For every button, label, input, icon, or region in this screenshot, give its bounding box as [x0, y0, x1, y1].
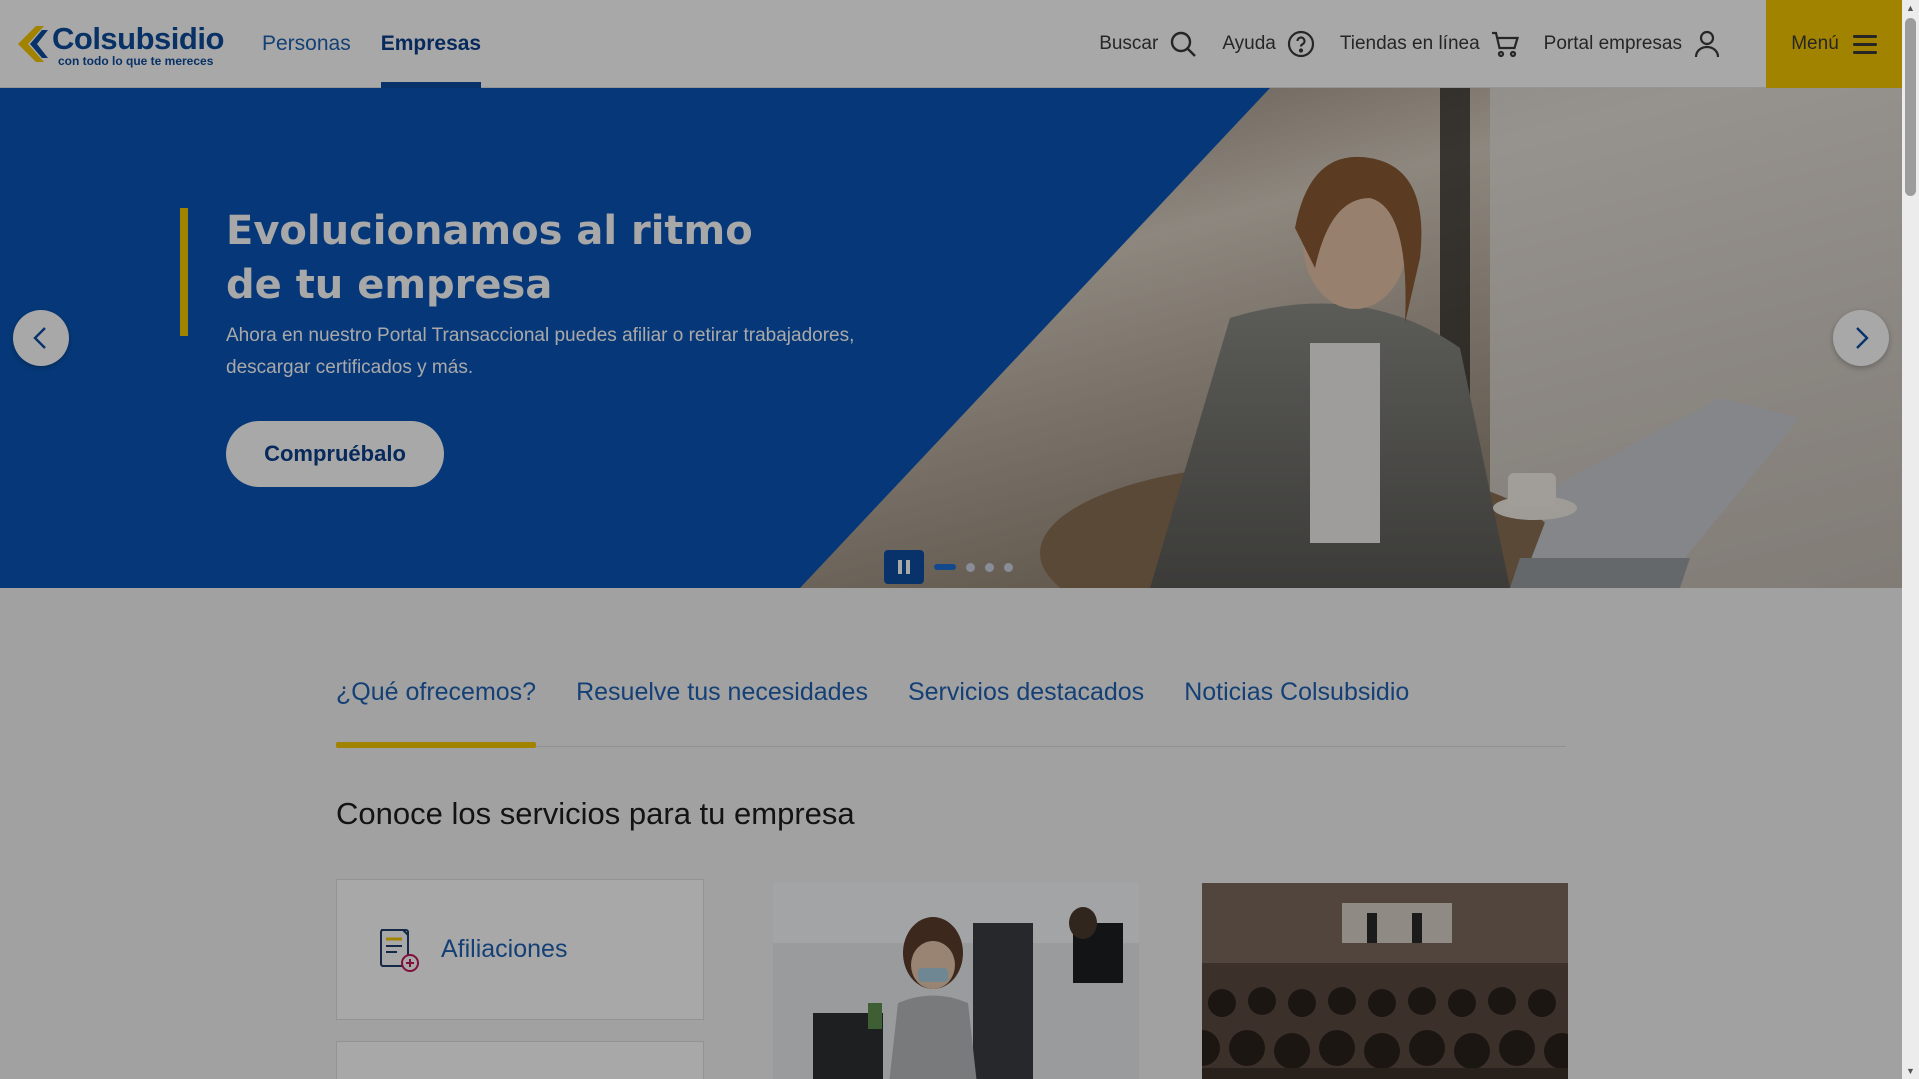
- page-scrollbar[interactable]: ▲ ▼: [1902, 0, 1919, 1079]
- online-stores-link[interactable]: Tiendas en línea: [1340, 29, 1520, 59]
- carousel-dot-1[interactable]: [934, 564, 956, 570]
- carousel-dot-2[interactable]: [966, 562, 975, 572]
- business-portal-link[interactable]: Portal empresas: [1544, 29, 1722, 59]
- cart-icon: [1491, 31, 1519, 58]
- conference-audience-photo[interactable]: [1202, 883, 1568, 1079]
- tab-resuelve-necesidades[interactable]: Resuelve tus necesidades: [576, 640, 868, 747]
- menu-label: Menú: [1791, 33, 1839, 54]
- search-icon: [1171, 31, 1197, 57]
- hero-carousel: Evolucionamos al ritmo de tu empresa Aho…: [0, 88, 1902, 588]
- colsubsidio-logo[interactable]: Colsubsidio con todo lo que te mereces: [14, 22, 224, 68]
- help-icon: [1287, 30, 1314, 58]
- user-icon: [1694, 30, 1720, 58]
- hero-title: Evolucionamos al ritmo de tu empresa: [226, 208, 753, 308]
- search-link[interactable]: Buscar: [1099, 29, 1198, 59]
- office-worker-image: [773, 883, 1139, 1079]
- nav-personas[interactable]: Personas: [262, 0, 351, 88]
- hamburger-icon: [1852, 30, 1877, 59]
- carousel-pause-button[interactable]: [884, 550, 924, 584]
- business-portal-label: Portal empresas: [1543, 33, 1682, 54]
- scroll-thumb[interactable]: [1905, 18, 1916, 196]
- carousel-prev-button[interactable]: [13, 310, 69, 366]
- hero-cta-button[interactable]: Compruébalo: [226, 421, 444, 487]
- audience-nav: Personas Empresas: [262, 0, 482, 88]
- services-title: Conoce los servicios para tu empresa: [336, 796, 855, 831]
- tab-servicios-destacados[interactable]: Servicios destacados: [908, 640, 1144, 747]
- service-card-afiliaciones[interactable]: Afiliaciones: [336, 879, 704, 1020]
- tab-noticias[interactable]: Noticias Colsubsidio: [1184, 640, 1409, 747]
- service-card-label: Afiliaciones: [441, 935, 568, 963]
- conference-image: [1202, 883, 1568, 1079]
- site-header: Colsubsidio con todo lo que te mereces P…: [0, 0, 1902, 88]
- carousel-dot-4[interactable]: [1004, 562, 1013, 572]
- logo-tagline: con todo lo que te mereces: [58, 54, 214, 68]
- online-stores-label: Tiendas en línea: [1339, 33, 1480, 54]
- service-card-next[interactable]: [336, 1041, 704, 1079]
- hero-accent-bar: [180, 208, 188, 336]
- tab-que-ofrecemos[interactable]: ¿Qué ofrecemos?: [336, 640, 537, 748]
- utility-nav: Buscar Ayuda Tiendas en línea Portal emp…: [1099, 0, 1722, 88]
- logo-chevron-icon: [18, 26, 48, 62]
- affiliation-document-icon: [380, 928, 419, 972]
- help-link[interactable]: Ayuda: [1222, 29, 1316, 59]
- search-label: Buscar: [1099, 33, 1159, 54]
- carousel-dot-3[interactable]: [985, 562, 994, 572]
- nav-empresas[interactable]: Empresas: [380, 0, 482, 88]
- section-tabs: ¿Qué ofrecemos? Resuelve tus necesidades…: [336, 640, 1566, 748]
- hero-description: Ahora en nuestro Portal Transaccional pu…: [226, 325, 855, 378]
- chevron-right-icon: [1856, 327, 1869, 349]
- carousel-indicators: [884, 550, 1013, 584]
- carousel-next-button[interactable]: [1833, 310, 1889, 366]
- help-label: Ayuda: [1222, 33, 1276, 54]
- scroll-down-arrow[interactable]: ▼: [1902, 1063, 1919, 1079]
- menu-button[interactable]: Menú: [1766, 0, 1902, 88]
- logo-wordmark: Colsubsidio: [52, 21, 224, 56]
- scroll-up-arrow[interactable]: ▲: [1902, 0, 1919, 16]
- office-worker-photo[interactable]: [773, 883, 1139, 1079]
- pause-icon: [898, 560, 902, 574]
- chevron-left-icon: [33, 327, 46, 349]
